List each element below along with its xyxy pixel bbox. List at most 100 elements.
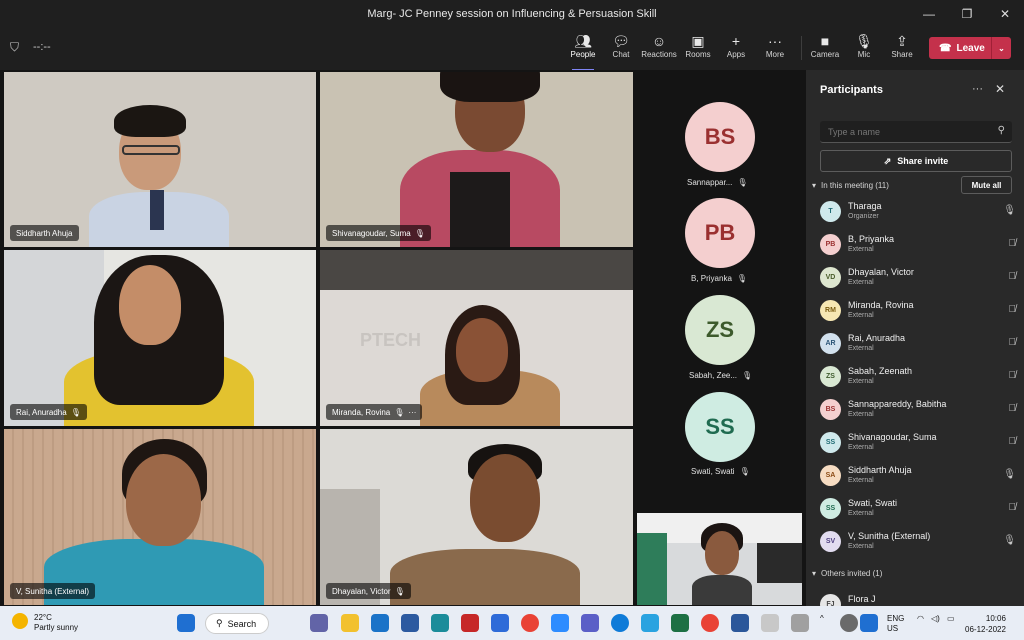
participant-avatar: SA <box>820 465 841 486</box>
mic-off-icon: 🎙︎ <box>394 586 405 596</box>
chat-button[interactable]: 💬︎ Chat <box>601 32 641 68</box>
pen-icon[interactable] <box>791 614 809 632</box>
chevron-up-icon[interactable]: ^ <box>820 614 824 623</box>
minimize-button[interactable]: — <box>910 0 948 28</box>
participant-avatar[interactable]: BS <box>685 102 755 172</box>
participant-row[interactable]: T Tharaga Organizer 🎙︎ <box>820 199 1016 229</box>
participant-row[interactable]: VD Dhayalan, Victor External 🎙̸ <box>820 265 1016 295</box>
search-icon: ⚲ <box>997 125 1005 136</box>
meeting-toolbar: ⛉ --:-- 👥︎ People 💬︎ Chat ☺ Reactions ▣ … <box>0 28 1024 71</box>
participant-row[interactable]: ZS Sabah, Zeenath External 🎙̸ <box>820 364 1016 394</box>
telegram-icon[interactable] <box>641 614 659 632</box>
participant-name-label: Siddharth Ahuja <box>10 225 79 241</box>
file-explorer-icon[interactable] <box>341 614 359 632</box>
more-options-icon[interactable]: ··· <box>972 83 983 95</box>
participant-name: Flora J <box>848 594 876 604</box>
edge-icon[interactable] <box>611 614 629 632</box>
system-clock[interactable]: 10:06 06-12-2022 <box>965 613 1006 635</box>
mic-off-icon: 🎙̸ <box>1008 238 1017 249</box>
zoom-icon[interactable] <box>551 614 569 632</box>
camera-button[interactable]: ■ Camera <box>805 32 845 68</box>
participant-name-label: Dhayalan, Victor 🎙︎ <box>326 583 411 599</box>
apps-icon: + <box>731 33 741 49</box>
excel-icon[interactable] <box>671 614 689 632</box>
share-invite-button[interactable]: ⇗ Share invite <box>820 150 1012 172</box>
participant-row[interactable]: SS Swati, Swati External 🎙̸ <box>820 496 1016 526</box>
teams-icon[interactable] <box>581 614 599 632</box>
participant-search-input[interactable] <box>820 121 980 143</box>
close-window-button[interactable]: ✕ <box>986 0 1024 28</box>
l-app-icon[interactable] <box>401 614 419 632</box>
mic-off-icon: 🎙̸ <box>1008 370 1017 381</box>
participant-name: Shivanagoudar, Suma <box>848 432 937 442</box>
video-tile[interactable]: V, Sunitha (External) <box>4 429 316 605</box>
participant-row[interactable]: RM Miranda, Rovina External 🎙̸ <box>820 298 1016 328</box>
mic-icon: 🎙︎ <box>855 33 873 49</box>
mcafee-icon[interactable] <box>461 614 479 632</box>
in-meeting-section-toggle[interactable]: ▾ In this meeting (11) <box>812 181 889 190</box>
participant-avatar[interactable]: PB <box>685 198 755 268</box>
windows-taskbar: 22°C Partly sunny ⚲ Search ^ ENG US ◠ ◁)… <box>0 606 1024 640</box>
video-tile[interactable]: Shivanagoudar, Suma 🎙︎ <box>320 72 633 247</box>
chevron-down-icon: ▾ <box>812 181 817 190</box>
video-tile[interactable]: Siddharth Ahuja <box>4 72 316 247</box>
leave-button[interactable]: ☎︎ Leave ⌄ <box>929 37 1011 59</box>
mic-off-icon: 🎙︎ <box>70 407 81 417</box>
participant-avatar: PB <box>820 234 841 255</box>
self-view-video[interactable] <box>637 513 802 605</box>
participant-row[interactable]: BS Sannappareddy, Babitha External 🎙̸ <box>820 397 1016 427</box>
participant-role: External <box>848 444 874 451</box>
video-tile[interactable]: Rai, Anuradha 🎙︎ <box>4 250 316 426</box>
participant-row[interactable]: SV V, Sunitha (External) External 🎙︎ <box>820 529 1016 559</box>
volume-icon[interactable]: ◁) <box>931 614 940 623</box>
video-tile[interactable]: PTECH Miranda, Rovina 🎙︎ ··· <box>320 250 633 426</box>
rooms-button[interactable]: ▣ Rooms <box>678 32 718 68</box>
close-panel-icon[interactable]: ✕ <box>995 82 1005 96</box>
chrome-profile-icon[interactable] <box>701 614 719 632</box>
windows-start-icon[interactable] <box>177 614 195 632</box>
taskbar-search[interactable]: ⚲ Search <box>205 613 269 634</box>
chrome-icon[interactable] <box>521 614 539 632</box>
participant-role: External <box>848 543 874 550</box>
participant-name: Swati, Swati <box>848 498 898 508</box>
participant-row[interactable]: AR Rai, Anuradha External 🎙̸ <box>820 331 1016 361</box>
calendar-app-icon[interactable] <box>491 614 509 632</box>
people-button[interactable]: 👥︎ People <box>563 32 603 71</box>
window-title: Marg- JC Penney session on Influencing &… <box>367 8 657 20</box>
mail-icon[interactable] <box>371 614 389 632</box>
apps-button[interactable]: + Apps <box>716 32 756 68</box>
others-invited-section-toggle[interactable]: ▾ Others invited (1) <box>812 569 882 578</box>
participant-row[interactable]: SA Siddharth Ahuja External 🎙︎ <box>820 463 1016 493</box>
participant-name: B, Priyanka <box>848 234 895 244</box>
share-button[interactable]: ⇪ Share <box>882 32 922 68</box>
participant-avatar[interactable]: ZS <box>685 295 755 365</box>
app-icon[interactable] <box>431 614 449 632</box>
participant-avatar: SS <box>820 498 841 519</box>
teams-chat-icon[interactable] <box>310 614 328 632</box>
video-tile[interactable]: Dhayalan, Victor 🎙︎ <box>320 429 633 605</box>
participant-avatar: T <box>820 201 841 222</box>
participant-avatar[interactable]: SS <box>685 392 755 462</box>
participant-row[interactable]: SS Shivanagoudar, Suma External 🎙̸ <box>820 430 1016 460</box>
participant-row[interactable]: PB B, Priyanka External 🎙̸ <box>820 232 1016 262</box>
word-icon[interactable] <box>731 614 749 632</box>
maximize-button[interactable]: ❐ <box>948 0 986 28</box>
leave-dropdown-chevron-icon[interactable]: ⌄ <box>991 37 1011 59</box>
mic-tray-icon[interactable] <box>860 614 878 632</box>
chat-icon: 💬︎ <box>612 33 630 49</box>
chevron-down-icon: ▾ <box>812 569 817 578</box>
mute-all-button[interactable]: Mute all <box>961 176 1012 194</box>
wifi-icon[interactable]: ◠ <box>917 614 924 623</box>
weather-widget[interactable]: 22°C Partly sunny <box>12 613 78 633</box>
snipping-tool-icon[interactable] <box>761 614 779 632</box>
battery-icon[interactable]: ▭ <box>947 614 955 623</box>
mic-off-icon: 🎙̸ <box>1008 436 1017 447</box>
mic-button[interactable]: 🎙︎ Mic <box>844 32 884 68</box>
reactions-button[interactable]: ☺ Reactions <box>639 32 679 68</box>
participant-name: Sabah, Zeenath <box>848 366 913 376</box>
sync-icon[interactable] <box>840 614 858 632</box>
participant-role: External <box>848 312 874 319</box>
language-indicator[interactable]: ENG US <box>887 614 904 634</box>
more-button[interactable]: ··· More <box>755 32 795 68</box>
more-options-icon[interactable]: ··· <box>408 408 416 417</box>
